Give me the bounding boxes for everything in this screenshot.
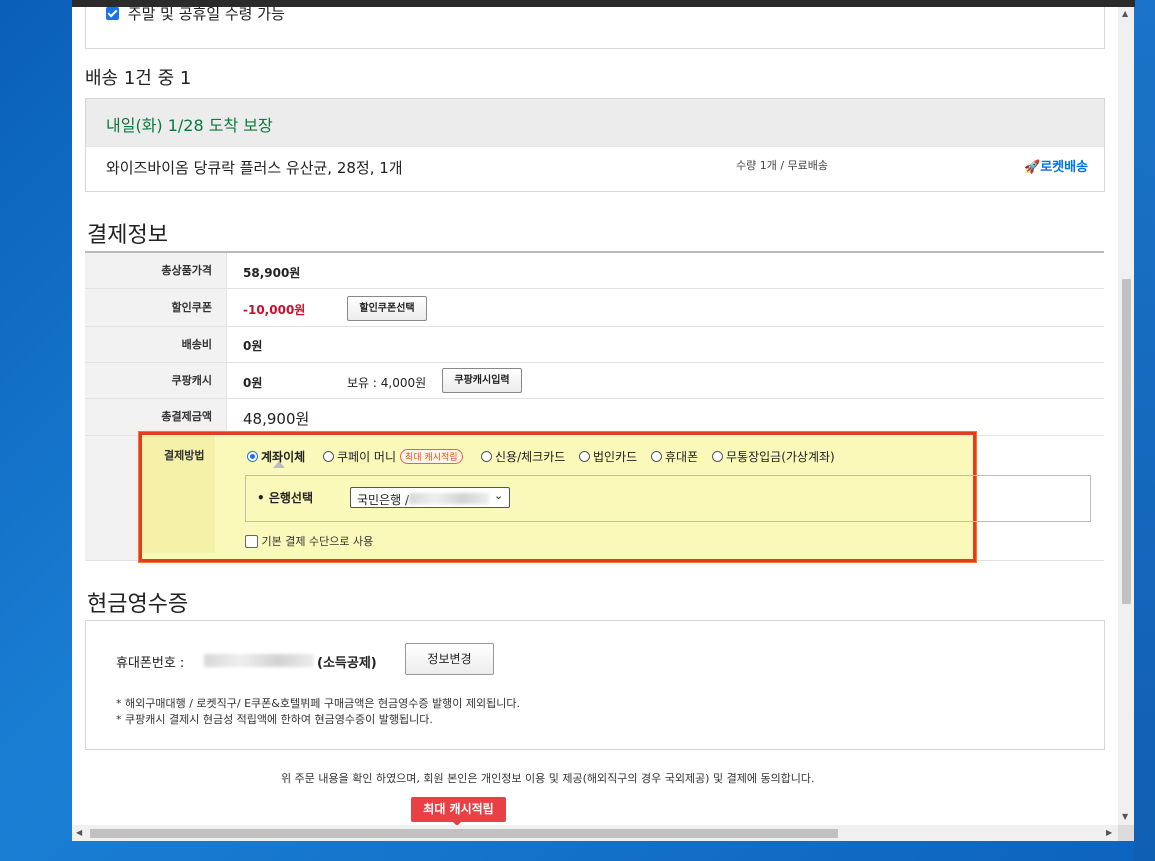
payment-method-label-hl: 결제방법 xyxy=(164,449,205,462)
arrival-guarantee: 내일(화) 1/28 도착 보장 xyxy=(106,116,273,135)
weekend-checkbox[interactable] xyxy=(106,7,119,20)
browser-window: 주말 및 공휴일 수령 가능 배송 1건 중 1 내일(화) 1/28 도착 보… xyxy=(72,7,1134,841)
delivery-request-box: 주말 및 공휴일 수령 가능 xyxy=(85,7,1105,49)
shipment-title: 배송 1건 중 1 xyxy=(85,68,192,89)
horizontal-scrollbar[interactable]: ◀ ▶ xyxy=(72,825,1118,841)
rocket-icon: 🚀 xyxy=(1024,160,1041,175)
option-credit-card[interactable]: 신용/체크카드 xyxy=(481,448,565,465)
grand-total-value: 48,900원 xyxy=(243,410,310,428)
option-bank-transfer[interactable]: 계좌이체 xyxy=(247,448,305,465)
shipment-item: 와이즈바이옴 당큐락 플러스 유산균, 28정, 1개 수량 1개 / 무료배송… xyxy=(85,146,1105,192)
cash-receipt-box: 휴대폰번호 : (소득공제) 정보변경 * 해외구매대행 / 로켓직구/ E쿠폰… xyxy=(85,620,1105,750)
shipping-value: 0원 xyxy=(243,339,263,353)
cash-holding: 보유 : 4,000원 xyxy=(347,376,427,390)
page-content: 주말 및 공휴일 수령 가능 배송 1건 중 1 내일(화) 1/28 도착 보… xyxy=(72,7,1118,825)
grand-total-label: 총결제금액 xyxy=(85,399,227,435)
shipping-label: 배송비 xyxy=(85,327,227,362)
option-mobile[interactable]: 휴대폰 xyxy=(651,448,698,465)
radio-credit-card[interactable] xyxy=(481,451,492,462)
bank-select-dropdown[interactable]: 국민은행 / ⌄ xyxy=(350,487,510,508)
cash-reward-badge: 최대 캐시적립 xyxy=(411,797,506,822)
weekend-option[interactable]: 주말 및 공휴일 수령 가능 xyxy=(106,7,285,24)
coupon-label: 할인쿠폰 xyxy=(85,289,227,326)
scroll-left-icon[interactable]: ◀ xyxy=(76,828,82,837)
agreement-text: 위 주문 내용을 확인 하였으며, 회원 본인은 개인정보 이용 및 제공(해외… xyxy=(281,772,815,785)
row-grand-total: 총결제금액 48,900원 xyxy=(85,399,1104,436)
row-coupon: 할인쿠폰 -10,000원 할인쿠폰선택 xyxy=(85,289,1104,327)
scroll-up-icon[interactable]: ▲ xyxy=(1122,9,1128,18)
desktop-background xyxy=(1134,0,1155,861)
rocket-delivery-badge: 🚀로켓배송 xyxy=(1024,156,1088,175)
default-method-label: 기본 결제 수단으로 사용 xyxy=(261,535,374,548)
row-shipping: 배송비 0원 xyxy=(85,327,1104,363)
row-coupang-cash: 쿠팡캐시 0원 보유 : 4,000원 쿠팡캐시입력 xyxy=(85,363,1104,399)
total-price-value: 58,900원 xyxy=(243,266,301,280)
option-coupay-money[interactable]: 쿠페이 머니 최대 캐시적립 xyxy=(323,448,463,465)
coupang-cash-label: 쿠팡캐시 xyxy=(85,363,227,398)
coupay-cash-badge: 최대 캐시적립 xyxy=(400,449,463,464)
receipt-note-1: * 해외구매대행 / 로켓직구/ E쿠폰&호텔뷔페 구매금액은 현금영수증 발행… xyxy=(116,697,520,710)
product-name: 와이즈바이옴 당큐락 플러스 유산균, 28정, 1개 xyxy=(106,159,403,177)
default-method-checkbox[interactable] xyxy=(245,534,258,548)
coupon-value: -10,000원 xyxy=(243,303,306,317)
vertical-scrollbar[interactable]: ▲ ▼ xyxy=(1118,7,1134,825)
horizontal-scroll-thumb[interactable] xyxy=(90,829,838,838)
coupang-cash-value: 0원 xyxy=(243,376,263,390)
quantity-shipping: 수량 1개 / 무료배송 xyxy=(736,159,829,172)
weekend-label: 주말 및 공휴일 수령 가능 xyxy=(127,7,285,23)
browser-top-edge xyxy=(72,0,1135,7)
row-total-price: 총상품가격 58,900원 xyxy=(85,253,1104,289)
payment-title: 결제정보 xyxy=(87,223,168,248)
shipment-header: 내일(화) 1/28 도착 보장 xyxy=(85,98,1105,147)
scroll-down-icon[interactable]: ▼ xyxy=(1122,812,1128,821)
chevron-down-icon: ⌄ xyxy=(494,489,504,502)
radio-corporate-card[interactable] xyxy=(579,451,590,462)
default-method-option[interactable]: 기본 결제 수단으로 사용 xyxy=(245,533,373,549)
cash-input-button[interactable]: 쿠팡캐시입력 xyxy=(442,368,522,393)
scrollbar-corner xyxy=(1118,825,1134,841)
redacted-account xyxy=(409,493,489,504)
cash-receipt-title: 현금영수증 xyxy=(87,592,189,617)
change-info-button[interactable]: 정보변경 xyxy=(405,643,494,675)
bank-select-value: 국민은행 / xyxy=(357,493,410,507)
bank-select-label: • 은행선택 xyxy=(257,491,314,505)
radio-virtual-account[interactable] xyxy=(712,451,723,462)
coupon-select-button[interactable]: 할인쿠폰선택 xyxy=(347,296,427,321)
radio-mobile[interactable] xyxy=(651,451,662,462)
radio-bank-transfer[interactable] xyxy=(247,451,258,462)
rocket-delivery-label: 로켓배송 xyxy=(1040,160,1089,175)
income-deduction: (소득공제) xyxy=(317,656,377,671)
vertical-scroll-thumb[interactable] xyxy=(1122,279,1131,604)
option-virtual-account[interactable]: 무통장입금(가상계좌) xyxy=(712,448,835,465)
receipt-note-2: * 쿠팡캐시 결제시 현금성 적립액에 한하여 현금영수증이 발행됩니다. xyxy=(116,713,433,726)
option-corporate-card[interactable]: 법인카드 xyxy=(579,448,637,465)
redacted-phone xyxy=(204,654,314,667)
radio-coupay-money[interactable] xyxy=(323,451,334,462)
scroll-right-icon[interactable]: ▶ xyxy=(1106,828,1112,837)
total-price-label: 총상품가격 xyxy=(85,253,227,288)
phone-label: 휴대폰번호 : xyxy=(116,656,185,671)
